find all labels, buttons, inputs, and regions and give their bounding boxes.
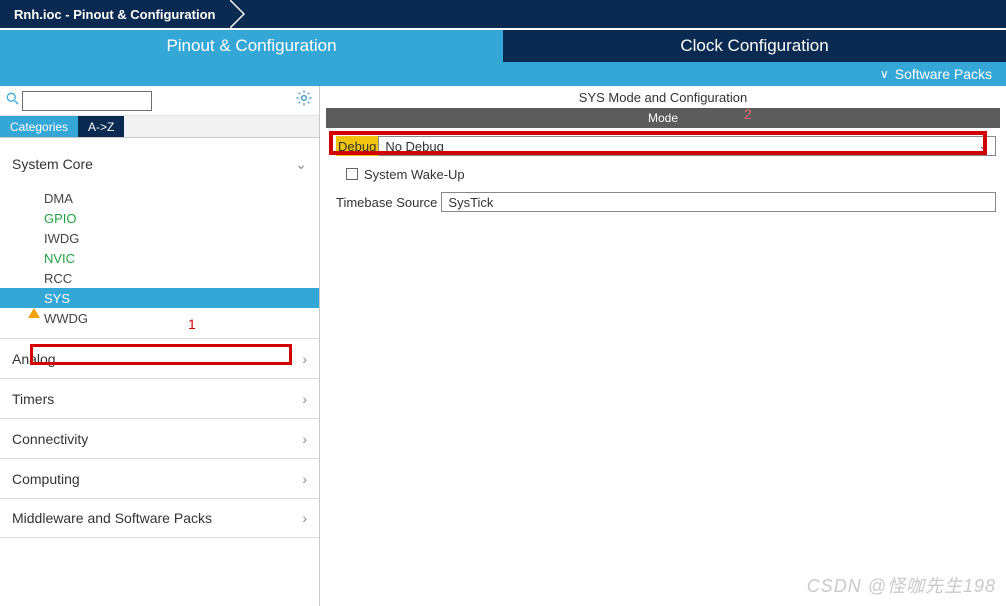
config-panel-title-label: SYS Mode and Configuration <box>579 90 747 105</box>
tab-az-label: A->Z <box>88 120 114 134</box>
main-split: Categories A->Z System Core ⌄ DMA GPIO I… <box>0 86 1006 606</box>
debug-row: Debug No Debug ⌄ <box>336 134 996 158</box>
right-pane: SYS Mode and Configuration Mode Debug No… <box>320 86 1006 606</box>
debug-select-value: No Debug <box>385 139 444 154</box>
tab-categories-label: Categories <box>10 120 68 134</box>
group-computing[interactable]: Computing › <box>0 458 319 498</box>
tree-item-label: RCC <box>44 271 72 286</box>
tab-a-to-z[interactable]: A->Z <box>78 116 124 137</box>
tree-item-iwdg[interactable]: IWDG <box>0 228 319 248</box>
timebase-label: Timebase Source <box>336 195 437 210</box>
tab-pinout-config[interactable]: Pinout & Configuration <box>0 30 503 62</box>
group-analog-label: Analog <box>12 351 56 367</box>
software-packs-row[interactable]: ∨ Software Packs <box>0 62 1006 86</box>
tab-pinout-label: Pinout & Configuration <box>166 36 336 56</box>
group-middleware-label: Middleware and Software Packs <box>12 510 212 526</box>
tree-item-label: SYS <box>44 291 70 306</box>
tree-item-wwdg[interactable]: WWDG <box>0 308 319 328</box>
tree-item-gpio[interactable]: GPIO <box>0 208 319 228</box>
tree-item-label: DMA <box>44 191 73 206</box>
system-core-items: DMA GPIO IWDG NVIC RCC SYS WWDG <box>0 184 319 338</box>
mode-section-label: Mode <box>648 111 678 125</box>
tree-item-label: IWDG <box>44 231 79 246</box>
search-input[interactable] <box>22 91 152 111</box>
debug-label: Debug <box>336 136 378 156</box>
tree-item-label: WWDG <box>44 311 88 326</box>
breadcrumb-bar: Rnh.ioc - Pinout & Configuration <box>0 0 1006 28</box>
gear-icon[interactable] <box>295 89 313 112</box>
breadcrumb-item[interactable]: Rnh.ioc - Pinout & Configuration <box>0 0 229 28</box>
chevron-right-icon: › <box>302 471 307 487</box>
tree-item-label: GPIO <box>44 211 77 226</box>
mode-section-header: Mode <box>326 108 1000 128</box>
breadcrumb-label: Rnh.ioc - Pinout & Configuration <box>14 7 215 22</box>
top-tabs: Pinout & Configuration Clock Configurati… <box>0 28 1006 62</box>
wakeup-row: System Wake-Up <box>336 162 996 186</box>
search-icon[interactable] <box>6 92 20 109</box>
category-mode-tabs: Categories A->Z <box>0 116 319 138</box>
chevron-right-icon: › <box>302 431 307 447</box>
left-pane: Categories A->Z System Core ⌄ DMA GPIO I… <box>0 86 320 606</box>
chevron-right-icon: › <box>302 391 307 407</box>
tab-categories[interactable]: Categories <box>0 116 78 137</box>
group-system-core[interactable]: System Core ⌄ <box>0 144 319 184</box>
tree-item-sys[interactable]: SYS <box>0 288 319 308</box>
tree-item-rcc[interactable]: RCC <box>0 268 319 288</box>
mode-form: Debug No Debug ⌄ System Wake-Up Timebase… <box>336 134 996 214</box>
search-row <box>0 86 319 116</box>
timebase-select[interactable]: SysTick <box>441 192 996 212</box>
annotation-marker-1: 1 <box>188 316 196 332</box>
group-analog[interactable]: Analog › <box>0 338 319 378</box>
tab-clock-config[interactable]: Clock Configuration <box>503 30 1006 62</box>
tree-item-dma[interactable]: DMA <box>0 188 319 208</box>
tree-item-nvic[interactable]: NVIC <box>0 248 319 268</box>
wakeup-checkbox[interactable] <box>346 168 358 180</box>
tab-clock-label: Clock Configuration <box>680 36 828 56</box>
chevron-down-icon: ⌄ <box>295 156 307 173</box>
group-connectivity[interactable]: Connectivity › <box>0 418 319 458</box>
annotation-marker-2: 2 <box>744 106 752 122</box>
debug-select[interactable]: No Debug ⌄ <box>378 136 996 156</box>
group-timers[interactable]: Timers › <box>0 378 319 418</box>
chevron-right-icon: › <box>302 510 307 526</box>
group-computing-label: Computing <box>12 471 80 487</box>
config-panel-title: SYS Mode and Configuration <box>320 86 1006 108</box>
warning-icon <box>28 293 40 303</box>
chevron-down-icon: ∨ <box>880 67 889 81</box>
wakeup-label: System Wake-Up <box>364 167 465 182</box>
software-packs-label: Software Packs <box>895 66 992 82</box>
timebase-select-value: SysTick <box>448 195 493 210</box>
group-middleware[interactable]: Middleware and Software Packs › <box>0 498 319 538</box>
group-timers-label: Timers <box>12 391 54 407</box>
timebase-row: Timebase Source SysTick <box>336 190 996 214</box>
chevron-down-icon: ⌄ <box>979 141 987 152</box>
chevron-right-icon: › <box>302 351 307 367</box>
group-system-core-label: System Core <box>12 156 93 172</box>
tree-item-label: NVIC <box>44 251 75 266</box>
group-connectivity-label: Connectivity <box>12 431 88 447</box>
